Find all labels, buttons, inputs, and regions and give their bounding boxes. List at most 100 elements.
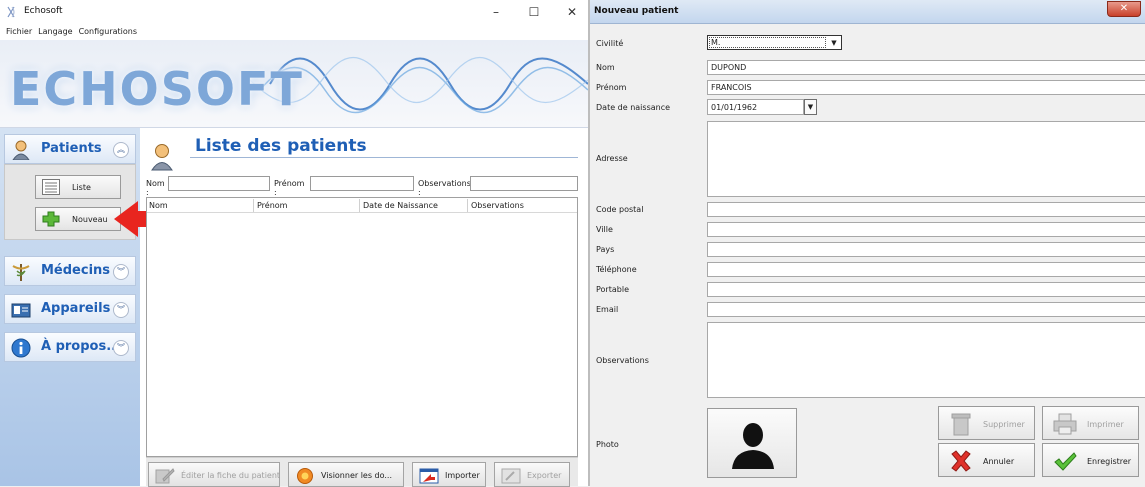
annuler-button[interactable]: Annuler — [938, 443, 1035, 477]
window-title: Echosoft — [24, 6, 63, 16]
expand-chevron-icon[interactable]: ︾ — [113, 264, 129, 280]
sidebar-section-medecins[interactable]: Médecins ︾ — [4, 256, 136, 286]
observations-filter-input[interactable] — [470, 176, 578, 191]
sidebar-label-appareils: Appareils — [41, 301, 111, 316]
nouveau-button[interactable]: Nouveau — [35, 207, 121, 231]
nom-label: Nom — [596, 63, 615, 72]
dropdown-arrow-icon[interactable]: ▼ — [829, 38, 839, 48]
nom-filter-label: Nom : — [146, 179, 165, 197]
dialog-title-bar: Nouveau patient ✕ — [590, 0, 1145, 24]
page-title: Liste des patients — [195, 136, 367, 156]
email-input[interactable] — [707, 302, 1145, 317]
dialog-close-button[interactable]: ✕ — [1107, 1, 1141, 17]
trash-icon — [951, 413, 971, 436]
liste-button[interactable]: Liste — [35, 175, 121, 199]
column-divider[interactable] — [359, 199, 360, 212]
sidebar-label-patients: Patients — [41, 141, 102, 156]
view-documents-button[interactable]: Visionner les do... — [288, 462, 404, 487]
close-button[interactable]: ✕ — [560, 2, 584, 22]
sidebar-label-apropos: À propos... — [41, 339, 122, 354]
nom-input[interactable]: DUPOND — [707, 60, 1145, 75]
collapse-chevron-icon[interactable]: ︽ — [113, 142, 129, 158]
checkmark-icon — [1054, 452, 1077, 471]
sidebar-label-medecins: Médecins — [41, 263, 111, 278]
title-bar: Echosoft – ☐ ✕ — [0, 0, 588, 24]
patient-icon — [12, 140, 30, 160]
minimize-button[interactable]: – — [484, 2, 508, 22]
patient-table[interactable]: Nom Prénom Date de Naissance Observation… — [146, 197, 578, 457]
exporter-button[interactable]: Exporter — [494, 462, 570, 487]
sidebar-section-patients[interactable]: Patients ︽ — [4, 134, 136, 164]
importer-button[interactable]: Importer — [412, 462, 486, 487]
info-icon — [11, 338, 31, 358]
column-nom[interactable]: Nom — [149, 201, 168, 210]
civilite-label: Civilité — [596, 39, 624, 48]
echosoft-app-icon — [7, 6, 15, 18]
cancel-x-icon — [951, 450, 971, 472]
calendar-dropdown-icon[interactable]: ▼ — [804, 99, 817, 115]
ville-input[interactable] — [707, 222, 1145, 237]
importer-label: Importer — [445, 471, 480, 480]
observations-filter-label: Observations : — [418, 179, 471, 197]
supprimer-button[interactable]: Supprimer — [938, 406, 1035, 440]
enregistrer-button[interactable]: Enregistrer — [1042, 443, 1139, 477]
expand-chevron-icon[interactable]: ︾ — [113, 302, 129, 318]
telephone-label: Téléphone — [596, 265, 637, 274]
echosoft-banner: ECHOSOFT — [0, 40, 588, 128]
dialog-title: Nouveau patient — [594, 6, 679, 16]
adresse-textarea[interactable] — [707, 121, 1145, 197]
code-postal-input[interactable] — [707, 202, 1145, 217]
edit-patient-button[interactable]: Éditer la fiche du patient — [148, 462, 280, 487]
column-divider[interactable] — [467, 199, 468, 212]
telephone-input[interactable] — [707, 262, 1145, 277]
menu-fichier[interactable]: Fichier — [0, 24, 34, 40]
date-naissance-picker[interactable]: 01/01/1962 ▼ — [707, 99, 817, 115]
supprimer-label: Supprimer — [983, 420, 1025, 429]
menu-configurations[interactable]: Configurations — [75, 24, 139, 40]
caduceus-icon — [12, 264, 30, 281]
portable-label: Portable — [596, 285, 629, 294]
pays-label: Pays — [596, 245, 615, 254]
echosoft-logo: ECHOSOFT — [10, 62, 304, 116]
menu-bar: Fichier Langage Configurations — [0, 24, 588, 40]
nom-filter-input[interactable] — [168, 176, 270, 191]
portable-input[interactable] — [707, 282, 1145, 297]
column-divider[interactable] — [253, 199, 254, 212]
observations-textarea[interactable] — [707, 322, 1145, 398]
focus-ring — [709, 37, 826, 48]
nouveau-label: Nouveau — [72, 215, 108, 224]
date-naissance-value: 01/01/1962 — [711, 103, 758, 112]
import-icon — [419, 468, 439, 484]
view-documents-label: Visionner les do... — [321, 471, 393, 480]
column-date-naissance[interactable]: Date de Naissance — [363, 201, 438, 210]
imprimer-label: Imprimer — [1087, 420, 1124, 429]
photo-button[interactable] — [707, 408, 797, 478]
prenom-filter-input[interactable] — [310, 176, 414, 191]
adresse-label: Adresse — [596, 154, 628, 163]
table-header: Nom Prénom Date de Naissance Observation… — [147, 198, 577, 213]
column-prenom[interactable]: Prénom — [257, 201, 287, 210]
export-icon — [501, 468, 521, 484]
expand-chevron-icon[interactable]: ︾ — [113, 340, 129, 356]
liste-label: Liste — [72, 183, 91, 192]
observations-label: Observations — [596, 356, 649, 365]
column-observations[interactable]: Observations — [471, 201, 524, 210]
patient-icon — [151, 144, 173, 171]
ville-label: Ville — [596, 225, 613, 234]
prenom-label: Prénom — [596, 83, 627, 92]
annuler-label: Annuler — [983, 457, 1015, 466]
maximize-button[interactable]: ☐ — [522, 2, 546, 22]
menu-langage[interactable]: Langage — [34, 24, 74, 40]
sidebar: Patients ︽ Liste Nouveau Médecins ︾ Appa… — [0, 128, 140, 486]
civilite-value: M. — [711, 38, 721, 47]
imprimer-button[interactable]: Imprimer — [1042, 406, 1139, 440]
edit-patient-label: Éditer la fiche du patient — [181, 471, 281, 480]
civilite-select[interactable]: M. ▼ — [707, 35, 842, 50]
pays-input[interactable] — [707, 242, 1145, 257]
sidebar-section-apropos[interactable]: À propos... ︾ — [4, 332, 136, 362]
sidebar-section-appareils[interactable]: Appareils ︾ — [4, 294, 136, 324]
title-underline — [190, 157, 578, 158]
enregistrer-label: Enregistrer — [1087, 457, 1132, 466]
prenom-input[interactable]: FRANCOIS — [707, 80, 1145, 95]
person-silhouette-icon — [732, 423, 774, 469]
